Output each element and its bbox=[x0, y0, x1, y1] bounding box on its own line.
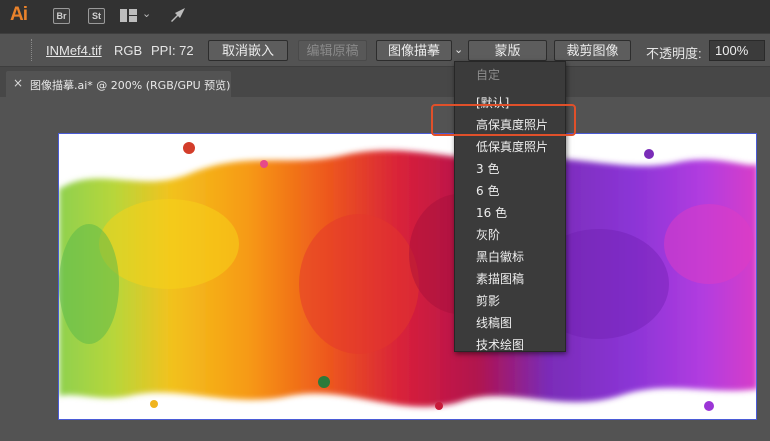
document-tab[interactable]: × 图像描摹.ai* @ 200% (RGB/GPU 预览) bbox=[6, 71, 231, 97]
canvas-area[interactable] bbox=[0, 97, 770, 441]
menu-item-technical-drawing[interactable]: 技术绘图 bbox=[476, 336, 524, 353]
menu-item-6-colors[interactable]: 6 色 bbox=[476, 182, 499, 199]
application-bar: Ai Br St ⌄ bbox=[0, 0, 770, 33]
ppi-label: PPI: 72 bbox=[151, 43, 194, 58]
menu-item-silhouettes[interactable]: 剪影 bbox=[476, 292, 500, 309]
bridge-button[interactable]: Br bbox=[53, 8, 70, 24]
image-trace-button[interactable]: 图像描摹 bbox=[376, 40, 452, 61]
watercolor-splash-image[interactable] bbox=[58, 133, 757, 420]
gpu-performance-icon[interactable] bbox=[168, 5, 188, 25]
menu-item-low-fidelity-photo[interactable]: 低保真度照片 bbox=[476, 138, 548, 155]
menu-item-sketched-art[interactable]: 素描图稿 bbox=[476, 270, 524, 287]
document-tab-bar: × 图像描摹.ai* @ 200% (RGB/GPU 预览) bbox=[0, 67, 770, 97]
opacity-label: 不透明度: bbox=[646, 46, 702, 61]
menu-item-grayscale[interactable]: 灰阶 bbox=[476, 226, 500, 243]
stock-button[interactable]: St bbox=[88, 8, 105, 24]
crop-image-button[interactable]: 裁剪图像 bbox=[554, 40, 631, 61]
color-mode-label: RGB bbox=[114, 43, 143, 58]
menu-item-3-colors[interactable]: 3 色 bbox=[476, 160, 499, 177]
menu-item-line-art[interactable]: 线稿图 bbox=[476, 314, 512, 331]
menu-item-black-white-logo[interactable]: 黑白徽标 bbox=[476, 248, 524, 265]
opacity-input[interactable]: 100% bbox=[709, 40, 765, 61]
unembed-button[interactable]: 取消嵌入 bbox=[208, 40, 288, 61]
trace-preset-chevron-icon[interactable]: ⌄ bbox=[454, 43, 463, 56]
chevron-down-icon[interactable]: ⌄ bbox=[142, 7, 151, 20]
close-tab-icon[interactable]: × bbox=[13, 76, 23, 90]
mask-button[interactable]: 蒙版 bbox=[468, 40, 547, 61]
highlight-annotation-box bbox=[431, 104, 576, 136]
panel-grip[interactable] bbox=[31, 39, 34, 61]
menu-item-custom: 自定 bbox=[476, 68, 501, 82]
arrange-documents-icon[interactable] bbox=[120, 9, 137, 22]
illustrator-logo: Ai bbox=[10, 4, 28, 25]
edit-original-button: 编辑原稿 bbox=[298, 40, 367, 61]
control-bar: INMef4.tif RGB PPI: 72 取消嵌入 编辑原稿 图像描摹 ⌄ … bbox=[0, 33, 770, 67]
document-tab-title: 图像描摹.ai* @ 200% (RGB/GPU 预览) bbox=[30, 79, 231, 92]
menu-item-16-colors[interactable]: 16 色 bbox=[476, 204, 507, 221]
linked-file-name[interactable]: INMef4.tif bbox=[46, 43, 102, 58]
